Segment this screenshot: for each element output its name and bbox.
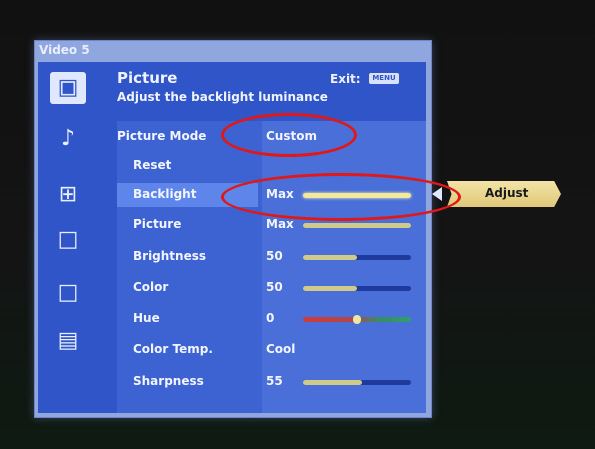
color-temp-label: Color Temp. (133, 342, 213, 356)
picture-mode-row[interactable]: Picture Mode Custom (117, 125, 426, 149)
lock-icon[interactable]: □ (54, 280, 82, 306)
brightness-slider[interactable] (303, 255, 411, 260)
color-slider-fill (303, 286, 357, 291)
menu-key-badge: MENU (369, 73, 399, 84)
tv-setup-icon[interactable]: □ (54, 227, 82, 253)
brightness-row[interactable]: Brightness 50 (117, 245, 426, 269)
color-label: Color (133, 280, 169, 294)
picture-slider[interactable] (303, 223, 411, 228)
reset-label: Reset (133, 158, 172, 172)
brightness-value: 50 (266, 249, 283, 263)
music-note-icon[interactable]: ♪ (54, 126, 82, 152)
sharpness-row[interactable]: Sharpness 55 (117, 370, 426, 394)
category-sidebar: ▣ ♪ ⊞ □ □ ▤ (38, 62, 106, 413)
sharpness-slider-fill (303, 380, 363, 385)
reset-row[interactable]: Reset (117, 154, 426, 178)
adjust-button-label: Adjust (485, 186, 529, 200)
color-row[interactable]: Color 50 (117, 276, 426, 300)
page-title: Picture (117, 69, 178, 87)
color-slider[interactable] (303, 286, 411, 291)
backlight-label: Backlight (133, 187, 197, 201)
screen-adjust-icon[interactable]: ⊞ (54, 182, 82, 208)
submenu-pointer-icon (432, 187, 442, 201)
adjust-button[interactable]: Adjust (447, 181, 561, 207)
page-subtitle: Adjust the backlight luminance (117, 90, 328, 104)
tv-screen: Video 5 ▣ ♪ ⊞ □ □ ▤ Picture Adjust the b… (0, 0, 595, 449)
menu-panel: ▣ ♪ ⊞ □ □ ▤ Picture Adjust the backlight… (38, 62, 426, 413)
osd-menu: Video 5 ▣ ♪ ⊞ □ □ ▤ Picture Adjust the b… (34, 40, 432, 418)
hue-slider[interactable] (303, 315, 411, 324)
hue-value: 0 (266, 311, 275, 325)
backlight-slider-fill (303, 193, 411, 198)
exit-label: Exit: (330, 72, 361, 86)
picture-value: Max (266, 217, 294, 231)
picture-row[interactable]: Picture Max (117, 213, 426, 237)
picture-icon[interactable]: ▣ (50, 72, 86, 104)
brightness-label: Brightness (133, 249, 207, 263)
color-value: 50 (266, 280, 283, 294)
picture-mode-label: Picture Mode (117, 129, 207, 143)
sharpness-slider[interactable] (303, 380, 411, 385)
options-list-icon[interactable]: ▤ (54, 328, 82, 354)
backlight-slider[interactable] (303, 193, 411, 198)
brightness-slider-fill (303, 255, 357, 260)
backlight-value: Max (266, 187, 294, 201)
hue-slider-knob[interactable] (353, 315, 361, 324)
picture-label: Picture (133, 217, 182, 231)
hue-label: Hue (133, 311, 160, 325)
sharpness-label: Sharpness (133, 374, 204, 388)
picture-slider-fill (303, 223, 411, 228)
hue-row[interactable]: Hue 0 (117, 307, 426, 331)
backlight-row[interactable]: Backlight Max (117, 183, 426, 207)
sharpness-value: 55 (266, 374, 283, 388)
picture-mode-value: Custom (266, 129, 317, 143)
input-source-label: Video 5 (39, 43, 90, 57)
color-temp-row[interactable]: Color Temp. Cool (117, 338, 426, 362)
color-temp-value: Cool (266, 342, 296, 356)
